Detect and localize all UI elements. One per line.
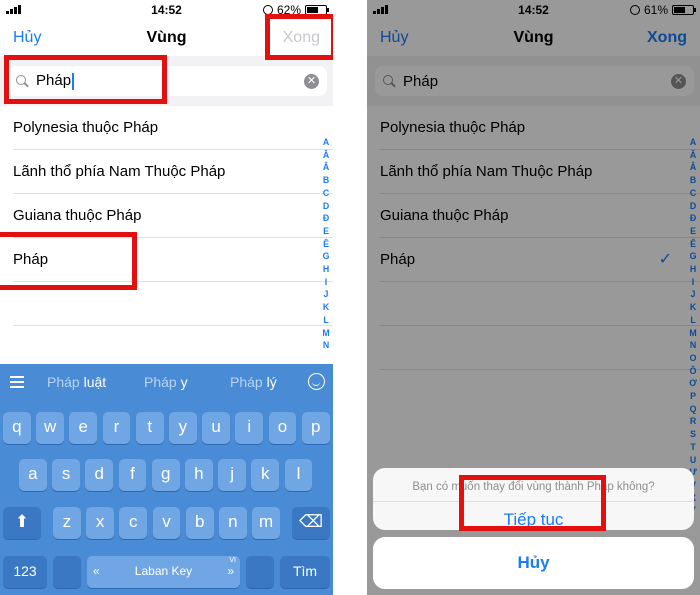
key-z[interactable]: z <box>53 507 81 539</box>
index-letter[interactable]: Ă <box>321 149 331 162</box>
index-letter[interactable]: K <box>321 301 331 314</box>
list-item-label: Lãnh thổ phía Nam Thuộc Pháp <box>13 163 226 180</box>
backspace-icon[interactable]: ⌫ <box>292 507 330 539</box>
key-r[interactable]: r <box>102 412 131 444</box>
key-n[interactable]: n <box>219 507 247 539</box>
screenshot-pair: 14:52 62% Hủy Vùng Xong Pháp ✕ Polynesia… <box>0 0 700 595</box>
dot-key[interactable] <box>246 556 274 588</box>
index-letter[interactable]: Ê <box>321 238 331 251</box>
index-letter[interactable]: L <box>321 314 331 327</box>
globe-key[interactable] <box>53 556 81 588</box>
index-letter[interactable]: A <box>321 136 331 149</box>
cancel-action-label: Hủy <box>517 553 550 572</box>
highlight-continue <box>459 475 606 531</box>
index-letter[interactable]: Â <box>321 161 331 174</box>
key-w[interactable]: w <box>36 412 64 444</box>
key-o[interactable]: o <box>268 412 297 444</box>
index-letter[interactable]: B <box>321 174 331 187</box>
key-x[interactable]: x <box>86 507 114 539</box>
index-letter[interactable]: I <box>321 276 331 289</box>
key-l[interactable]: l <box>284 459 313 491</box>
list-item[interactable]: Lãnh thổ phía Nam Thuộc Pháp <box>0 150 333 194</box>
clear-icon[interactable]: ✕ <box>304 74 319 89</box>
key-p[interactable]: p <box>301 412 330 444</box>
key-s[interactable]: s <box>52 459 80 491</box>
list-item[interactable]: Polynesia thuộc Pháp <box>0 106 333 150</box>
index-letter[interactable]: E <box>321 225 331 238</box>
index-letter[interactable]: G <box>321 250 331 263</box>
suggestion-1[interactable]: Pháp luật <box>47 374 106 390</box>
index-letter[interactable]: J <box>321 288 331 301</box>
list-item-label: Polynesia thuộc Pháp <box>13 119 159 136</box>
list-item-label: Guiana thuộc Pháp <box>13 207 142 224</box>
suggestion-2[interactable]: Pháp y <box>144 374 188 390</box>
key-h[interactable]: h <box>185 459 213 491</box>
highlight-row <box>0 232 137 290</box>
key-j[interactable]: j <box>218 459 246 491</box>
index-letter[interactable]: H <box>321 263 331 276</box>
key-g[interactable]: g <box>151 459 180 491</box>
key-t[interactable]: t <box>135 412 164 444</box>
numbers-key[interactable]: 123 <box>3 556 47 588</box>
key-f[interactable]: f <box>118 459 147 491</box>
key-q[interactable]: q <box>3 412 31 444</box>
key-y[interactable]: y <box>169 412 197 444</box>
highlight-search <box>4 55 167 104</box>
suggestion-3[interactable]: Pháp lý <box>230 374 277 390</box>
key-k[interactable]: k <box>251 459 280 491</box>
shift-icon[interactable]: ⬆ <box>3 507 41 539</box>
index-letter[interactable]: Đ <box>321 212 331 225</box>
suggestion-bar: Pháp luật Pháp y Pháp lý <box>0 364 333 400</box>
key-a[interactable]: a <box>19 459 47 491</box>
key-v[interactable]: v <box>152 507 181 539</box>
highlight-done <box>265 14 333 60</box>
key-u[interactable]: u <box>202 412 230 444</box>
separator <box>333 0 367 595</box>
right-phone-screen: 14:52 61% Hủy Vùng Xong Pháp ✕ Polynesia… <box>367 0 700 595</box>
space-key[interactable]: « Laban Key » VI <box>87 556 240 588</box>
index-letter[interactable]: D <box>321 200 331 213</box>
left-phone-screen: 14:52 62% Hủy Vùng Xong Pháp ✕ Polynesia… <box>0 0 333 595</box>
key-e[interactable]: e <box>69 412 98 444</box>
index-letter[interactable]: N <box>321 339 331 352</box>
index-letter[interactable]: M <box>321 327 331 340</box>
keyboard: Pháp luật Pháp y Pháp lý qwertyuiop asdfg… <box>0 364 333 595</box>
key-b[interactable]: b <box>185 507 214 539</box>
section-index[interactable]: AĂÂBCDĐEÊGHIJKLMN <box>321 136 331 352</box>
index-letter[interactable]: C <box>321 187 331 200</box>
menu-icon[interactable] <box>10 376 24 391</box>
key-d[interactable]: d <box>85 459 114 491</box>
key-c[interactable]: c <box>119 507 148 539</box>
key-i[interactable]: i <box>235 412 264 444</box>
search-key[interactable]: Tìm <box>280 556 330 588</box>
key-m[interactable]: m <box>252 507 280 539</box>
action-sheet-cancel[interactable]: Hủy <box>373 537 694 589</box>
emoji-icon[interactable] <box>308 373 325 390</box>
